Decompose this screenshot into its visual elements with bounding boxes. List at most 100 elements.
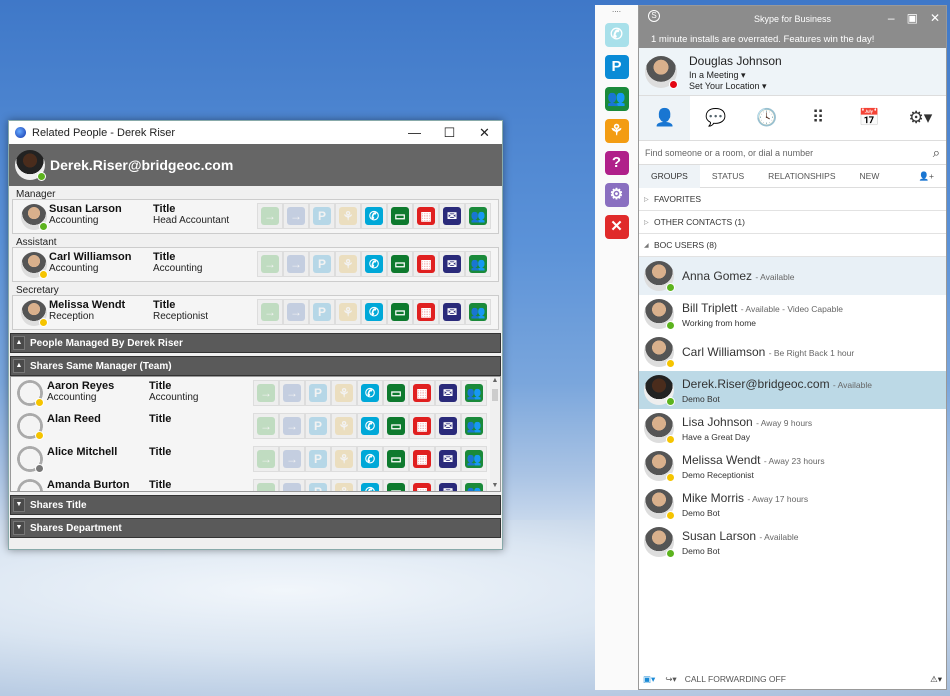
org-button[interactable]: ⚘ [331,446,357,472]
calendar-button[interactable]: ▦ [409,446,435,472]
minimize-button[interactable]: – [888,11,895,25]
park-button[interactable]: P [309,203,335,229]
search-icon[interactable]: ⌕ [933,145,940,161]
person-name[interactable]: Carl Williamson [49,251,131,263]
drag-handle[interactable]: .... [595,5,638,15]
warning-icon[interactable]: ⚠▾ [930,674,942,685]
org-button[interactable]: ⚘ [335,203,361,229]
contacts-button[interactable]: 👥 [465,203,491,229]
org-button[interactable]: ⚘ [331,380,357,406]
contacts-button[interactable]: 👥 [465,299,491,325]
forward-button[interactable]: → [279,479,305,491]
transfer-button[interactable]: → [253,380,279,406]
help-icon[interactable]: ? [604,151,629,175]
contact-item[interactable]: Bill Triplett - Available - Video Capabl… [639,295,946,333]
location-dropdown[interactable]: Set Your Location ▾ [689,81,767,92]
org-button[interactable]: ⚘ [335,299,361,325]
phone-icon[interactable]: ✆ [604,23,629,47]
contact-item[interactable]: Derek.Riser@bridgeoc.com - Available Demo… [639,371,946,409]
park-button[interactable]: P [305,479,331,491]
forward-button[interactable]: → [279,380,305,406]
park-button[interactable]: P [305,446,331,472]
chat-button[interactable]: ▭ [383,479,409,491]
expand-icon[interactable]: ▼ [13,498,25,512]
status-dropdown[interactable]: In a Meeting ▾ [689,70,746,81]
contacts-button[interactable]: 👥 [461,413,487,439]
scroll-thumb[interactable] [492,389,498,401]
tab-relationships[interactable]: RELATIONSHIPS [756,165,847,188]
tab-status[interactable]: STATUS [700,165,756,188]
transfer-button[interactable]: → [253,446,279,472]
person-name[interactable]: Alice Mitchell [47,446,117,458]
calendar-button[interactable]: ▦ [413,203,439,229]
phone-button[interactable]: ✆ [357,380,383,406]
call-forwarding-icon[interactable]: ↪▾ [665,674,676,685]
forward-button[interactable]: → [279,446,305,472]
collapse-icon[interactable]: ▲ [13,359,25,373]
org-chart-icon[interactable]: ⚘ [604,119,629,143]
mail-button[interactable]: ✉ [439,299,465,325]
close-button[interactable]: ✕ [467,125,502,141]
contact-item[interactable]: Melissa Wendt - Away 23 hours Demo Recept… [639,447,946,485]
forward-button[interactable]: → [279,413,305,439]
scrollbar[interactable]: ▲ ▼ [490,377,500,491]
group-other-contacts[interactable]: ▷ OTHER CONTACTS (1) [639,211,946,234]
add-contact-icon[interactable]: 👤+ [906,165,946,188]
calendar-button[interactable]: ▦ [409,380,435,406]
calendar-button[interactable]: ▦ [409,479,435,491]
group-people-managed[interactable]: ▲ People Managed By Derek Riser [10,333,501,353]
search-input[interactable]: Find someone or a room, or dial a number… [639,141,946,165]
tab-groups[interactable]: GROUPS [639,164,700,188]
call-forwarding-status[interactable]: CALL FORWARDING OFF [685,674,786,684]
contact-item[interactable]: Anna Gomez - Available [639,257,946,295]
transfer-button[interactable]: → [257,299,283,325]
forward-button[interactable]: → [283,251,309,277]
group-boc-users[interactable]: ◢ BOC USERS (8) [639,234,946,257]
contact-item[interactable]: Lisa Johnson - Away 9 hours Have a Great … [639,409,946,447]
org-button[interactable]: ⚘ [331,479,357,491]
forward-button[interactable]: → [283,299,309,325]
chat-button[interactable]: ▭ [387,251,413,277]
chat-button[interactable]: ▭ [387,299,413,325]
phone-button[interactable]: ✆ [361,299,387,325]
org-button[interactable]: ⚘ [331,413,357,439]
close-icon[interactable]: ✕ [604,215,629,239]
group-shares-title[interactable]: ▼ Shares Title [10,495,501,515]
maximize-button[interactable]: ☐ [432,125,467,141]
mail-button[interactable]: ✉ [439,203,465,229]
chat-button[interactable]: ▭ [383,446,409,472]
phone-button[interactable]: ✆ [361,251,387,277]
forward-button[interactable]: → [283,203,309,229]
org-button[interactable]: ⚘ [335,251,361,277]
maximize-button[interactable]: ▣ [907,11,918,25]
calendar-button[interactable]: ▦ [413,299,439,325]
person-name[interactable]: Alan Reed [47,413,101,425]
transfer-button[interactable]: → [257,251,283,277]
contacts-button[interactable]: 👥 [461,446,487,472]
mail-button[interactable]: ✉ [435,446,461,472]
personal-note[interactable]: 1 minute installs are overrated. Feature… [651,34,874,45]
park-button[interactable]: P [305,413,331,439]
phone-button[interactable]: ✆ [361,203,387,229]
person-name[interactable]: Aaron Reyes [47,380,114,392]
expand-icon[interactable]: ▼ [13,521,25,535]
collapse-icon[interactable]: ▲ [13,336,25,350]
meetings-tab-icon[interactable]: 📅 [844,96,895,140]
transfer-button[interactable]: → [253,413,279,439]
park-icon[interactable]: P [604,55,629,79]
calendar-button[interactable]: ▦ [413,251,439,277]
contact-item[interactable]: Susan Larson - Available Demo Bot [639,523,946,561]
chat-button[interactable]: ▭ [383,413,409,439]
park-button[interactable]: P [305,380,331,406]
video-device-icon[interactable]: ▣▾ [643,674,655,685]
contact-item[interactable]: Carl Williamson - Be Right Back 1 hour [639,333,946,371]
phone-button[interactable]: ✆ [357,479,383,491]
calendar-button[interactable]: ▦ [409,413,435,439]
mail-button[interactable]: ✉ [435,413,461,439]
close-button[interactable]: ✕ [930,11,940,25]
transfer-button[interactable]: → [253,479,279,491]
phone-button[interactable]: ✆ [357,413,383,439]
settings-icon[interactable]: ⚙ [604,183,629,207]
person-name[interactable]: Melissa Wendt [49,299,125,311]
tab-new[interactable]: NEW [848,165,892,188]
